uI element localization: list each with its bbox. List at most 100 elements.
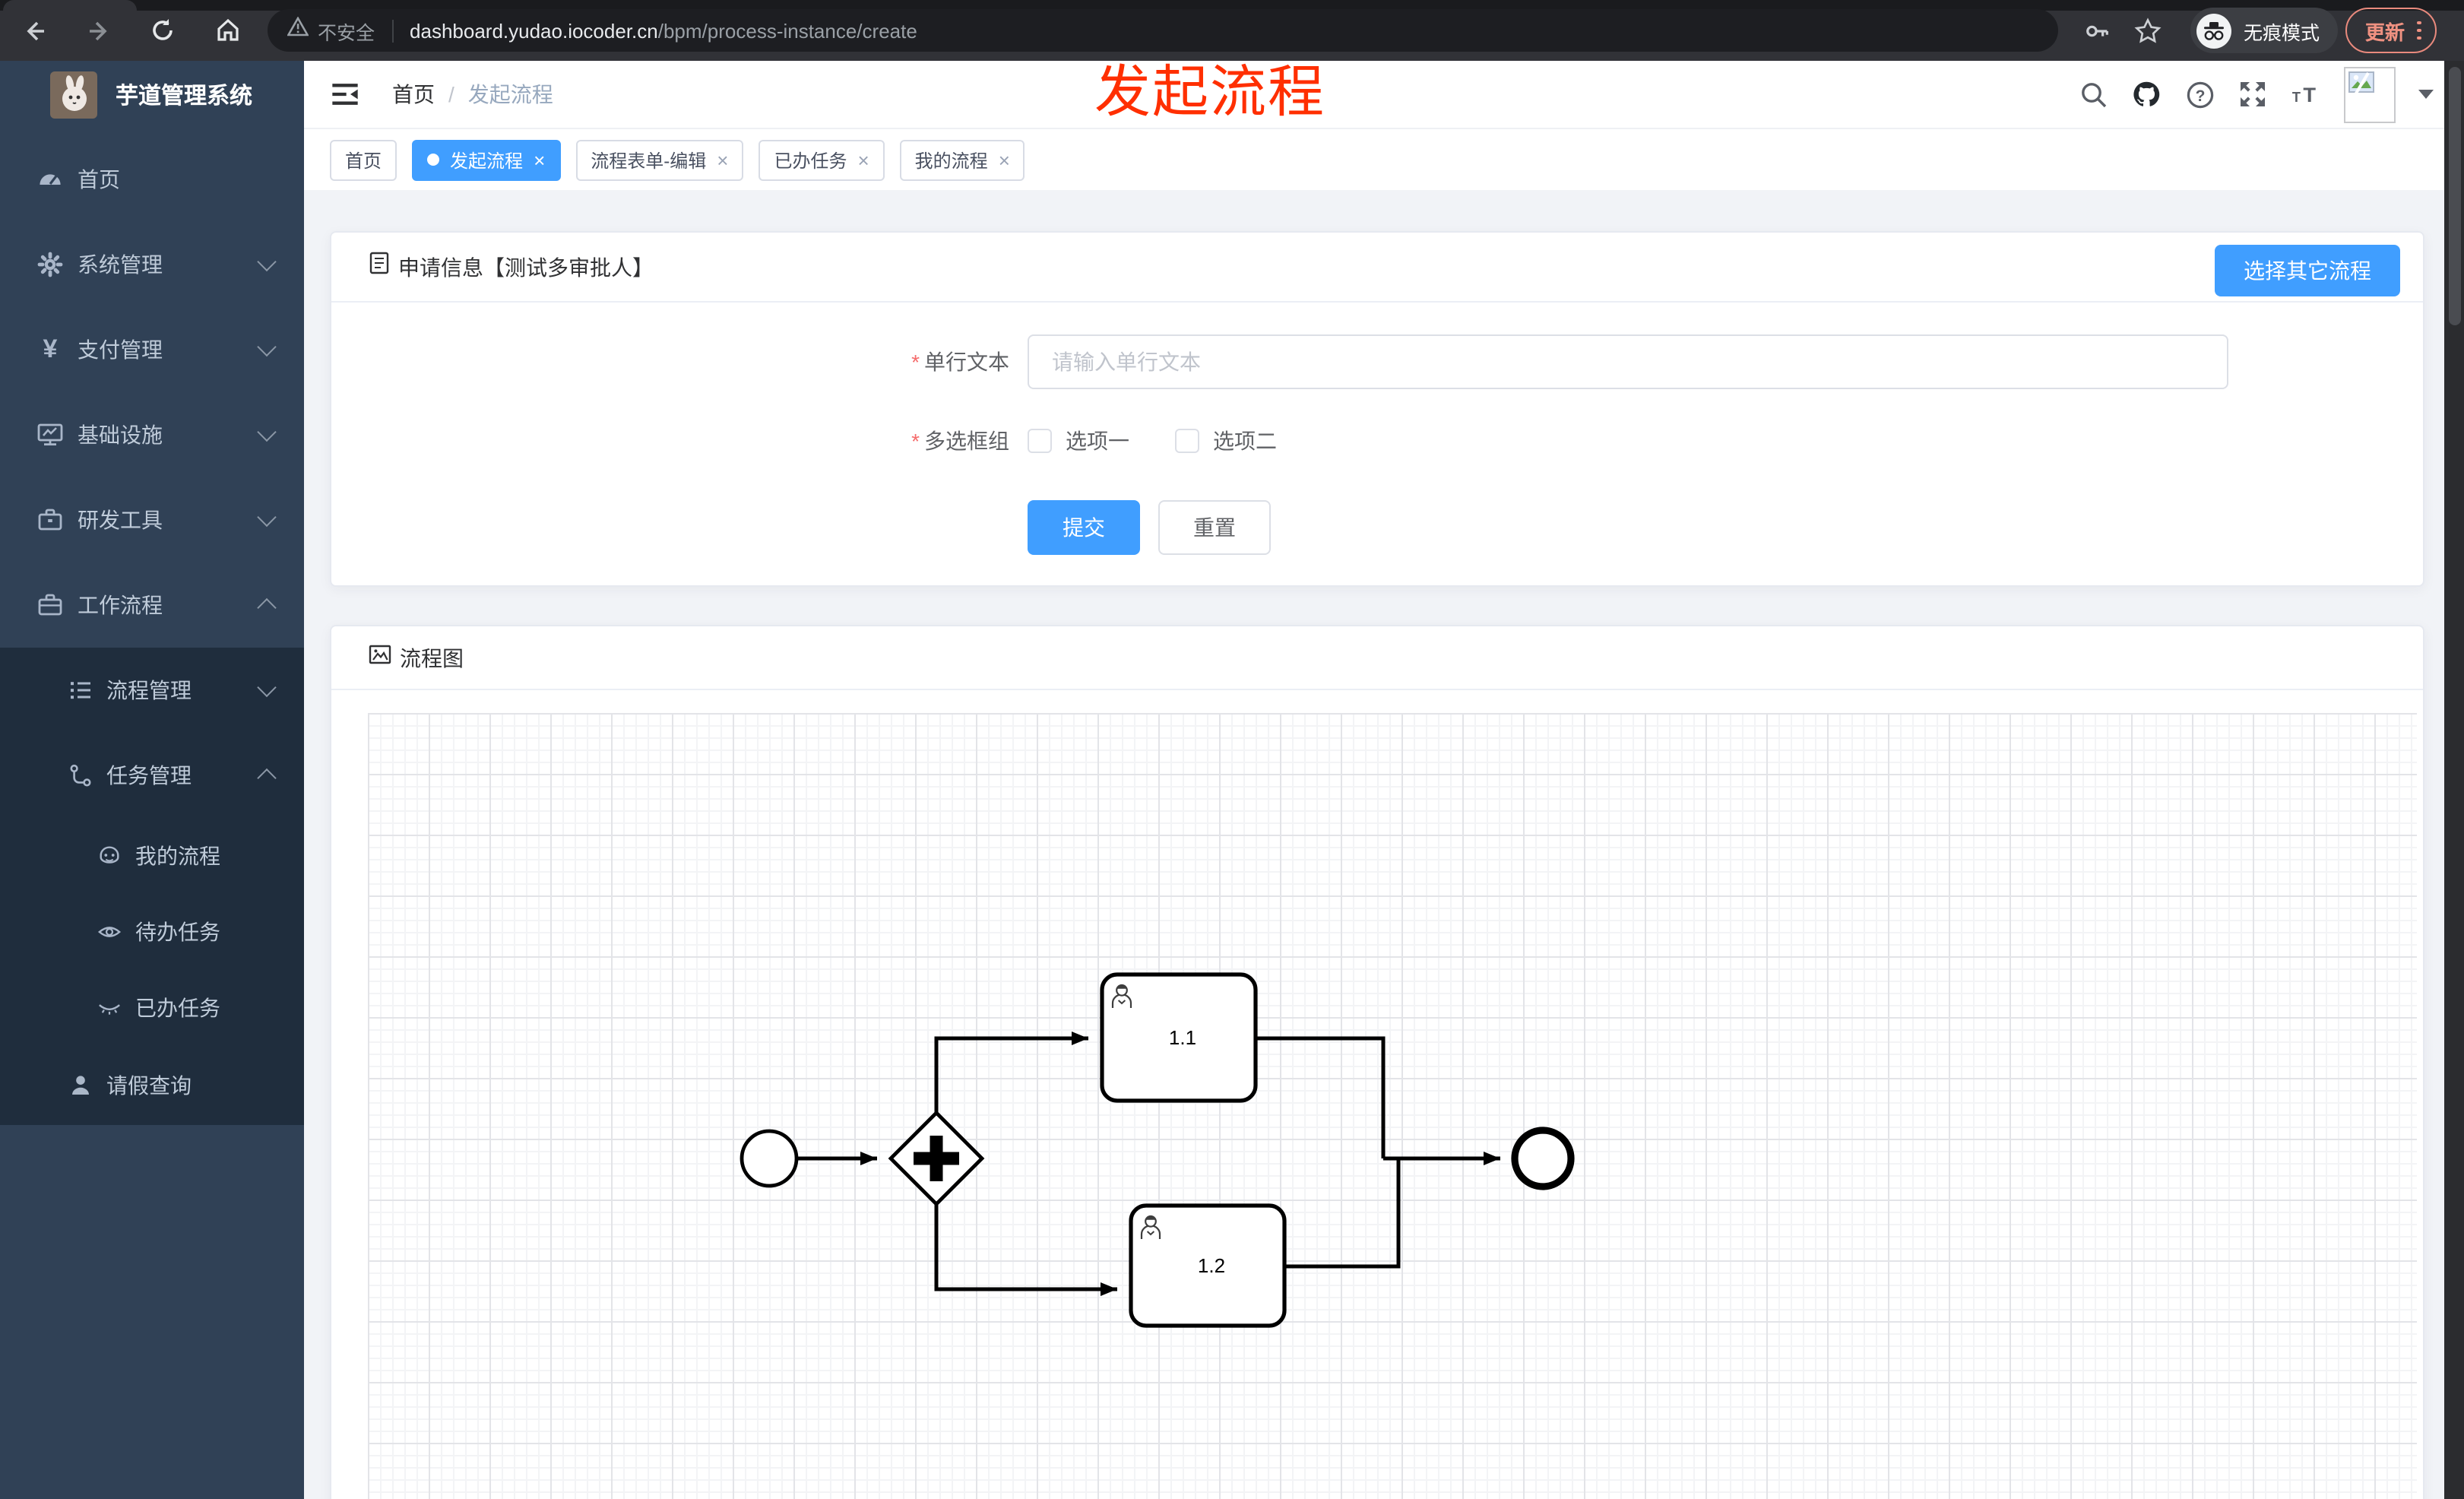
tab-process-form-edit[interactable]: 流程表单-编辑 × (575, 139, 744, 180)
checkbox-option-1[interactable]: 选项一 (1028, 426, 1129, 456)
browser-menu-update-button[interactable]: 更新 (2345, 8, 2437, 53)
sidebar-nav: 首页 系统管理 ¥ 支付管理 基础设施 研发工具 工作流程 流程管理 任务管理 … (0, 137, 304, 1125)
sidebar-item-my-process[interactable]: 我的流程 (0, 818, 304, 894)
submit-button[interactable]: 提交 (1028, 500, 1140, 555)
sidebar-item-label: 研发工具 (78, 508, 163, 532)
back-icon[interactable] (20, 17, 47, 44)
app-header: 首页 / 发起流程 ? T T (304, 61, 2464, 128)
tab-done-tasks[interactable]: 已办任务 × (759, 139, 885, 180)
broken-image-icon (2348, 71, 2374, 97)
checkbox-icon[interactable] (1175, 429, 1199, 453)
url-divider (391, 19, 394, 42)
close-icon[interactable]: × (534, 150, 545, 170)
question-glyph: ? (2195, 87, 2205, 104)
svg-text:T: T (2303, 83, 2316, 106)
sidebar-item-done-tasks[interactable]: 已办任务 (0, 970, 304, 1046)
form-row-text: * 单行文本 (879, 334, 2423, 389)
checkbox-icon[interactable] (1028, 429, 1052, 453)
app-title: 芋道管理系统 (116, 83, 253, 109)
bpmn-end-event (1511, 1127, 1575, 1190)
branch-icon (68, 763, 93, 788)
sidebar-item-label: 任务管理 (106, 763, 192, 788)
bpmn-diagram: 1.1 1.2 (740, 972, 1575, 1328)
flow-task2-elbow (1284, 1158, 1401, 1269)
toolbox-icon (36, 506, 64, 534)
sidebar-item-home[interactable]: 首页 (0, 137, 304, 222)
person-icon (68, 1073, 93, 1098)
tab-start-process[interactable]: 发起流程 × (412, 139, 561, 180)
bpmn-user-task-1: 1.1 (1100, 972, 1258, 1103)
home-icon[interactable] (214, 17, 242, 44)
active-browser-tab[interactable] (3, 0, 137, 11)
avatar[interactable] (2344, 66, 2396, 122)
breadcrumb-home[interactable]: 首页 (392, 79, 435, 109)
sidebar-item-infra[interactable]: 基础设施 (0, 392, 304, 477)
star-icon[interactable] (2134, 17, 2162, 44)
svg-text:T: T (2292, 90, 2301, 105)
sidebar: 芋道管理系统 首页 系统管理 ¥ 支付管理 基础设施 研发工具 工作流程 流程管… (0, 61, 304, 1499)
reset-button[interactable]: 重置 (1158, 500, 1271, 555)
single-line-text-input[interactable] (1028, 334, 2228, 389)
bpmn-start-event (740, 1129, 799, 1188)
sidebar-item-leave-query[interactable]: 请假查询 (0, 1046, 304, 1125)
sidebar-item-label: 系统管理 (78, 252, 163, 277)
sidebar-item-todo-tasks[interactable]: 待办任务 (0, 894, 304, 970)
gear-icon (36, 251, 64, 278)
form-row-checkbox: * 多选框组 选项一 选项二 (879, 426, 2423, 456)
warning-icon (287, 16, 309, 44)
active-tab-dot (427, 154, 440, 166)
yen-icon: ¥ (43, 334, 58, 363)
breadcrumb-separator: / (448, 82, 454, 106)
collapse-sidebar-icon[interactable] (330, 79, 360, 109)
checkbox-option-2[interactable]: 选项二 (1175, 426, 1277, 456)
incognito-icon (2196, 13, 2231, 48)
sidebar-item-task-mgmt[interactable]: 任务管理 (0, 733, 304, 818)
tab-home[interactable]: 首页 (330, 139, 397, 180)
sidebar-item-label: 已办任务 (135, 996, 220, 1020)
page-scrollbar[interactable] (2444, 61, 2464, 1499)
chevron-up-icon (257, 768, 277, 788)
bpmn-parallel-gateway (888, 1110, 985, 1207)
briefcase-icon (36, 591, 64, 619)
font-size-icon[interactable]: TT (2291, 79, 2321, 109)
sidebar-item-system[interactable]: 系统管理 (0, 222, 304, 307)
sidebar-item-label: 流程管理 (106, 678, 192, 702)
search-icon[interactable] (2078, 79, 2108, 109)
chevron-down-icon (257, 677, 277, 698)
sidebar-item-process-mgmt[interactable]: 流程管理 (0, 648, 304, 733)
help-icon[interactable]: ? (2184, 79, 2215, 109)
more-menu-icon[interactable] (2417, 21, 2421, 40)
eye-closed-icon (97, 996, 122, 1020)
sidebar-item-payment[interactable]: ¥ 支付管理 (0, 307, 304, 392)
sidebar-item-label: 待办任务 (135, 920, 220, 944)
bpmn-canvas: 1.1 1.2 (368, 713, 2417, 1499)
sidebar-item-devtools[interactable]: 研发工具 (0, 477, 304, 563)
incognito-label: 无痕模式 (2244, 22, 2320, 43)
security-label: 不安全 (318, 22, 375, 43)
close-icon[interactable]: × (999, 150, 1010, 170)
reload-icon[interactable] (149, 17, 176, 44)
close-icon[interactable]: × (717, 150, 728, 170)
task-label: 1.1 (1169, 1026, 1196, 1049)
breadcrumb: 首页 / 发起流程 (392, 79, 553, 109)
sidebar-item-workflow[interactable]: 工作流程 (0, 563, 304, 648)
apply-info-card: 申请信息【测试多审批人】 选择其它流程 *单行文本 *多选框组 选项一 (330, 231, 2424, 587)
url-path: /bpm/process-instance/create (657, 19, 917, 42)
github-icon[interactable] (2131, 79, 2162, 109)
bpmn-user-task-2: 1.2 (1129, 1203, 1287, 1328)
sidebar-item-label: 支付管理 (78, 338, 163, 362)
scrollbar-thumb[interactable] (2448, 67, 2460, 325)
field-label: * 单行文本 (911, 350, 1009, 374)
sidebar-item-label: 首页 (78, 167, 120, 192)
fullscreen-icon[interactable] (2238, 79, 2268, 109)
avatar-dropdown-caret[interactable] (2418, 90, 2434, 99)
close-icon[interactable]: × (857, 150, 869, 170)
choose-other-process-button[interactable]: 选择其它流程 (2215, 245, 2400, 296)
forward-icon[interactable] (85, 17, 112, 44)
chevron-down-icon (257, 337, 277, 357)
tab-my-process[interactable]: 我的流程 × (899, 139, 1025, 180)
chevron-down-icon (257, 507, 277, 528)
key-icon[interactable] (2084, 17, 2111, 44)
document-icon (368, 251, 391, 283)
url-host: dashboard.yudao.iocoder.cn (410, 19, 658, 42)
